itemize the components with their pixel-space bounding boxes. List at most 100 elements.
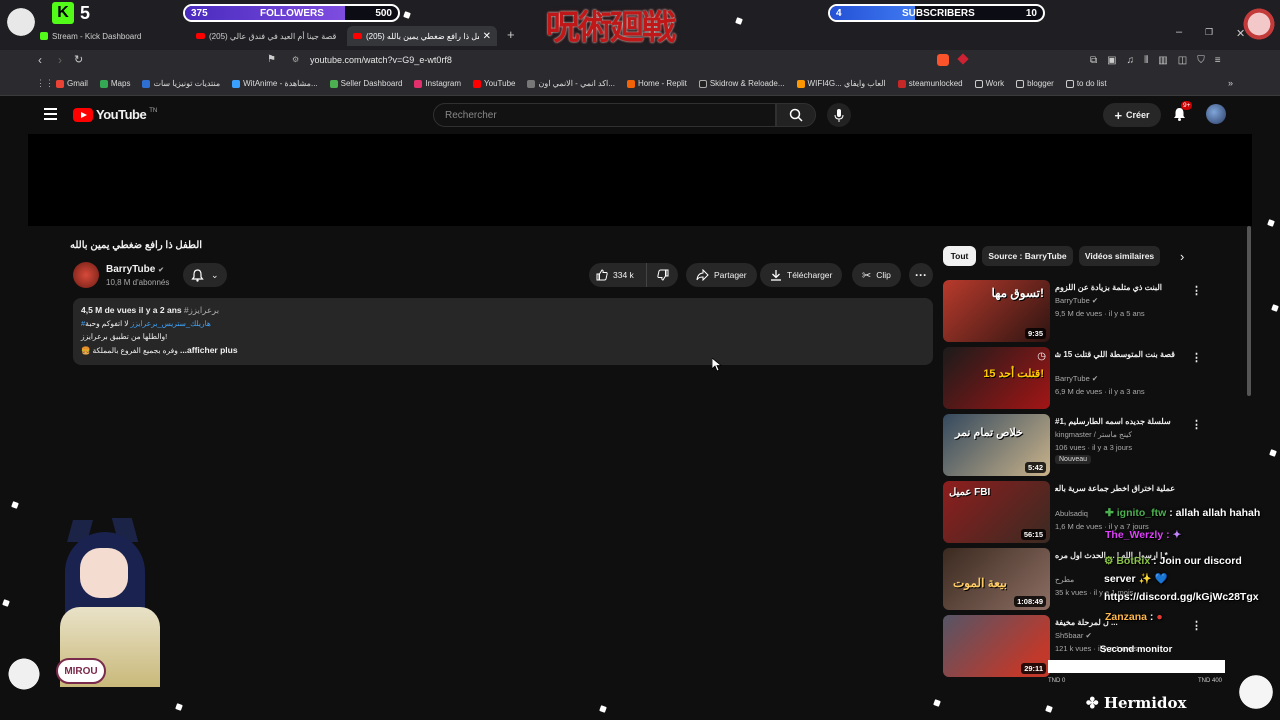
vpn-icon[interactable]: ⛉ [1197,55,1205,66]
hamburger-menu-icon[interactable] [44,108,57,120]
minimize-icon[interactable]: – [1176,26,1182,38]
more-vertical-icon[interactable]: ⋮ [1191,619,1202,632]
more-actions-button[interactable]: ··· [909,263,933,287]
avatar[interactable] [1206,104,1226,124]
tab-youtube-1[interactable]: (205) قصة جينا أم العيد في فندق عالي [190,26,345,46]
reload-icon[interactable]: ↻ [74,53,83,66]
duration-badge: 29:11 [1021,663,1046,674]
apps-grid-icon[interactable]: ⋮⋮ [36,78,54,89]
bookmark-maps[interactable]: Maps [99,79,130,88]
video-thumbnail[interactable]: خلاص تمام نمر 5:42 [943,414,1050,476]
chip-all[interactable]: Tout [943,246,976,266]
youtube-logo[interactable]: YouTube TN [73,107,157,122]
bookmark-seller-dashboard[interactable]: Seller Dashboard [329,79,402,88]
tab-kick-dashboard[interactable]: Stream - Kick Dashboard [34,26,189,46]
url-field[interactable]: youtube.com/watch?v=G9_e-wt0rf8 [310,55,452,65]
bookmark-work[interactable]: Work [974,79,1004,88]
bookmark-instagram[interactable]: Instagram [414,79,461,88]
particle [11,501,19,509]
chip-similar[interactable]: Vidéos similaires [1079,246,1160,266]
download-button[interactable]: Télécharger [760,263,843,287]
recommendation-item[interactable]: 15 قتلت أحد! ◷ قصة بنت المتوسطة اللي قتل… [943,347,1213,411]
bookmark-todo[interactable]: to do list [1065,79,1107,88]
recommendation-item[interactable]: خلاص تمام نمر 5:42 سلسلة جديده اسمه الطا… [943,414,1213,478]
site-info-icon[interactable]: ⚙ [292,55,299,64]
chip-source[interactable]: Source : BarryTube [982,246,1073,266]
scrollbar-thumb[interactable] [1247,226,1251,396]
share-button[interactable]: Partager [686,263,757,287]
maps-icon [99,79,108,88]
recommendation-channel: Abulsadiq [1055,509,1088,518]
video-thumbnail[interactable]: بيعة الموت 1:08:49 [943,548,1050,610]
back-icon[interactable]: ‹ [38,53,42,67]
forward-icon[interactable]: › [58,53,62,67]
dislike-button[interactable] [646,263,678,287]
vtuber-avatar: MIROU [40,512,165,687]
wallet-icon[interactable]: ◫ [1178,55,1187,66]
particle [175,703,183,711]
create-button[interactable]: + Créer [1103,103,1161,127]
subscribed-button[interactable]: ⌄ [183,263,227,287]
show-more-link[interactable]: ...afficher plus [180,345,238,355]
tab-youtube-active[interactable]: (205) الطفل ذا رافع ضغطي يمين بالله ✕ [347,26,497,46]
clip-button[interactable]: ✂ Clip [852,263,901,287]
screenshot-icon[interactable]: ▣ [1107,55,1116,66]
chevron-right-icon[interactable]: › [1180,249,1184,264]
bookmark-gmail[interactable]: Gmail [56,79,88,88]
more-vertical-icon[interactable]: ⋮ [1191,351,1202,364]
description-line-1: #هاريلك_ستريس_برعرايزز لا اتفوكم وحبة [81,319,211,328]
like-button[interactable]: 334 k [589,263,646,287]
close-tab-icon[interactable]: ✕ [483,31,491,42]
notifications-button[interactable]: 9+ [1173,101,1193,126]
video-thumbnail[interactable]: عميل FBI 56:15 [943,481,1050,543]
duration-badge: 56:15 [1020,529,1046,540]
microphone-icon [834,108,844,122]
yuji-sticker-top-right [1238,0,1280,48]
more-vertical-icon[interactable]: ⋮ [1191,418,1202,431]
particle [1045,705,1053,713]
music-icon[interactable]: ♫ [1127,55,1135,66]
recommendation-item[interactable]: تسوق مها! 9:35 البنت ذي متلمة بزيادة عن … [943,280,1213,344]
channel-name[interactable]: BarryTube ✔ [106,264,164,275]
kick-logo-icon: K [52,2,74,24]
description-box[interactable]: 4,5 M de vues il y a 2 ans #برعرايزز #ها… [73,298,933,365]
video-thumbnail[interactable]: 29:11 [943,615,1050,677]
bookmark-anime[interactable]: اكد انمي - الانمي اون... [527,79,615,88]
video-player[interactable] [28,134,1252,226]
youtube-header: YouTube TN Rechercher + Créer 9+ [28,96,1252,134]
search-input[interactable]: Rechercher [433,103,776,127]
channel-avatar[interactable] [73,262,99,288]
recommendation-meta: 106 vues · il y a 3 jours [1055,443,1133,452]
bookmark-wifi4g[interactable]: WIFI4G... العاب وايفاي [796,79,886,88]
clock-icon[interactable]: ◷ [1037,351,1046,362]
new-tab-icon[interactable]: + [507,27,515,42]
recommendation-title: قصة بنت المتوسطة اللي قتلت 15 شخص [1055,350,1175,359]
bookmark-icon[interactable]: ⚑ [267,54,276,65]
library-icon[interactable]: ⫴ [1144,55,1148,66]
voice-search-button[interactable] [827,103,851,127]
bookmark-steamunlocked[interactable]: steamunlocked [897,79,963,88]
bookmark-replit[interactable]: Home - Replit [626,79,687,88]
particle [933,699,941,707]
more-bookmarks-icon[interactable]: » [1228,78,1233,88]
particle [1271,304,1279,312]
bookmark-tunisia-sat[interactable]: منتديات تونيزيا سات [142,79,220,88]
bookmark-witanime[interactable]: WitAnime - مشاهدة... [232,79,318,88]
video-thumbnail[interactable]: تسوق مها! 9:35 [943,280,1050,342]
download-icon [771,270,781,281]
bookmark-blogger[interactable]: blogger [1016,79,1054,88]
menu-icon[interactable]: ≡ [1215,55,1221,66]
subscribers-goal-bar: 4 SUBSCRIBERS 10 [828,4,1045,22]
more-vertical-icon[interactable]: ⋮ [1191,284,1202,297]
bookmark-youtube[interactable]: YouTube [473,79,515,88]
second-monitor-label: Second monitor [1100,644,1173,655]
bookmark-skidrow[interactable]: Skidrow & Reloade... [698,79,785,88]
maximize-icon[interactable]: ❐ [1205,27,1213,38]
sidebar-icon[interactable]: ▥ [1158,55,1167,66]
description-line-2: والطلها من تطبيق برعرايزز! [81,332,168,341]
brave-rewards-icon[interactable] [957,53,969,65]
extension-icon[interactable]: ⧉ [1090,55,1097,66]
search-button[interactable] [776,103,816,127]
video-thumbnail[interactable]: 15 قتلت أحد! ◷ [943,347,1050,409]
brave-shield-icon[interactable] [937,54,949,66]
